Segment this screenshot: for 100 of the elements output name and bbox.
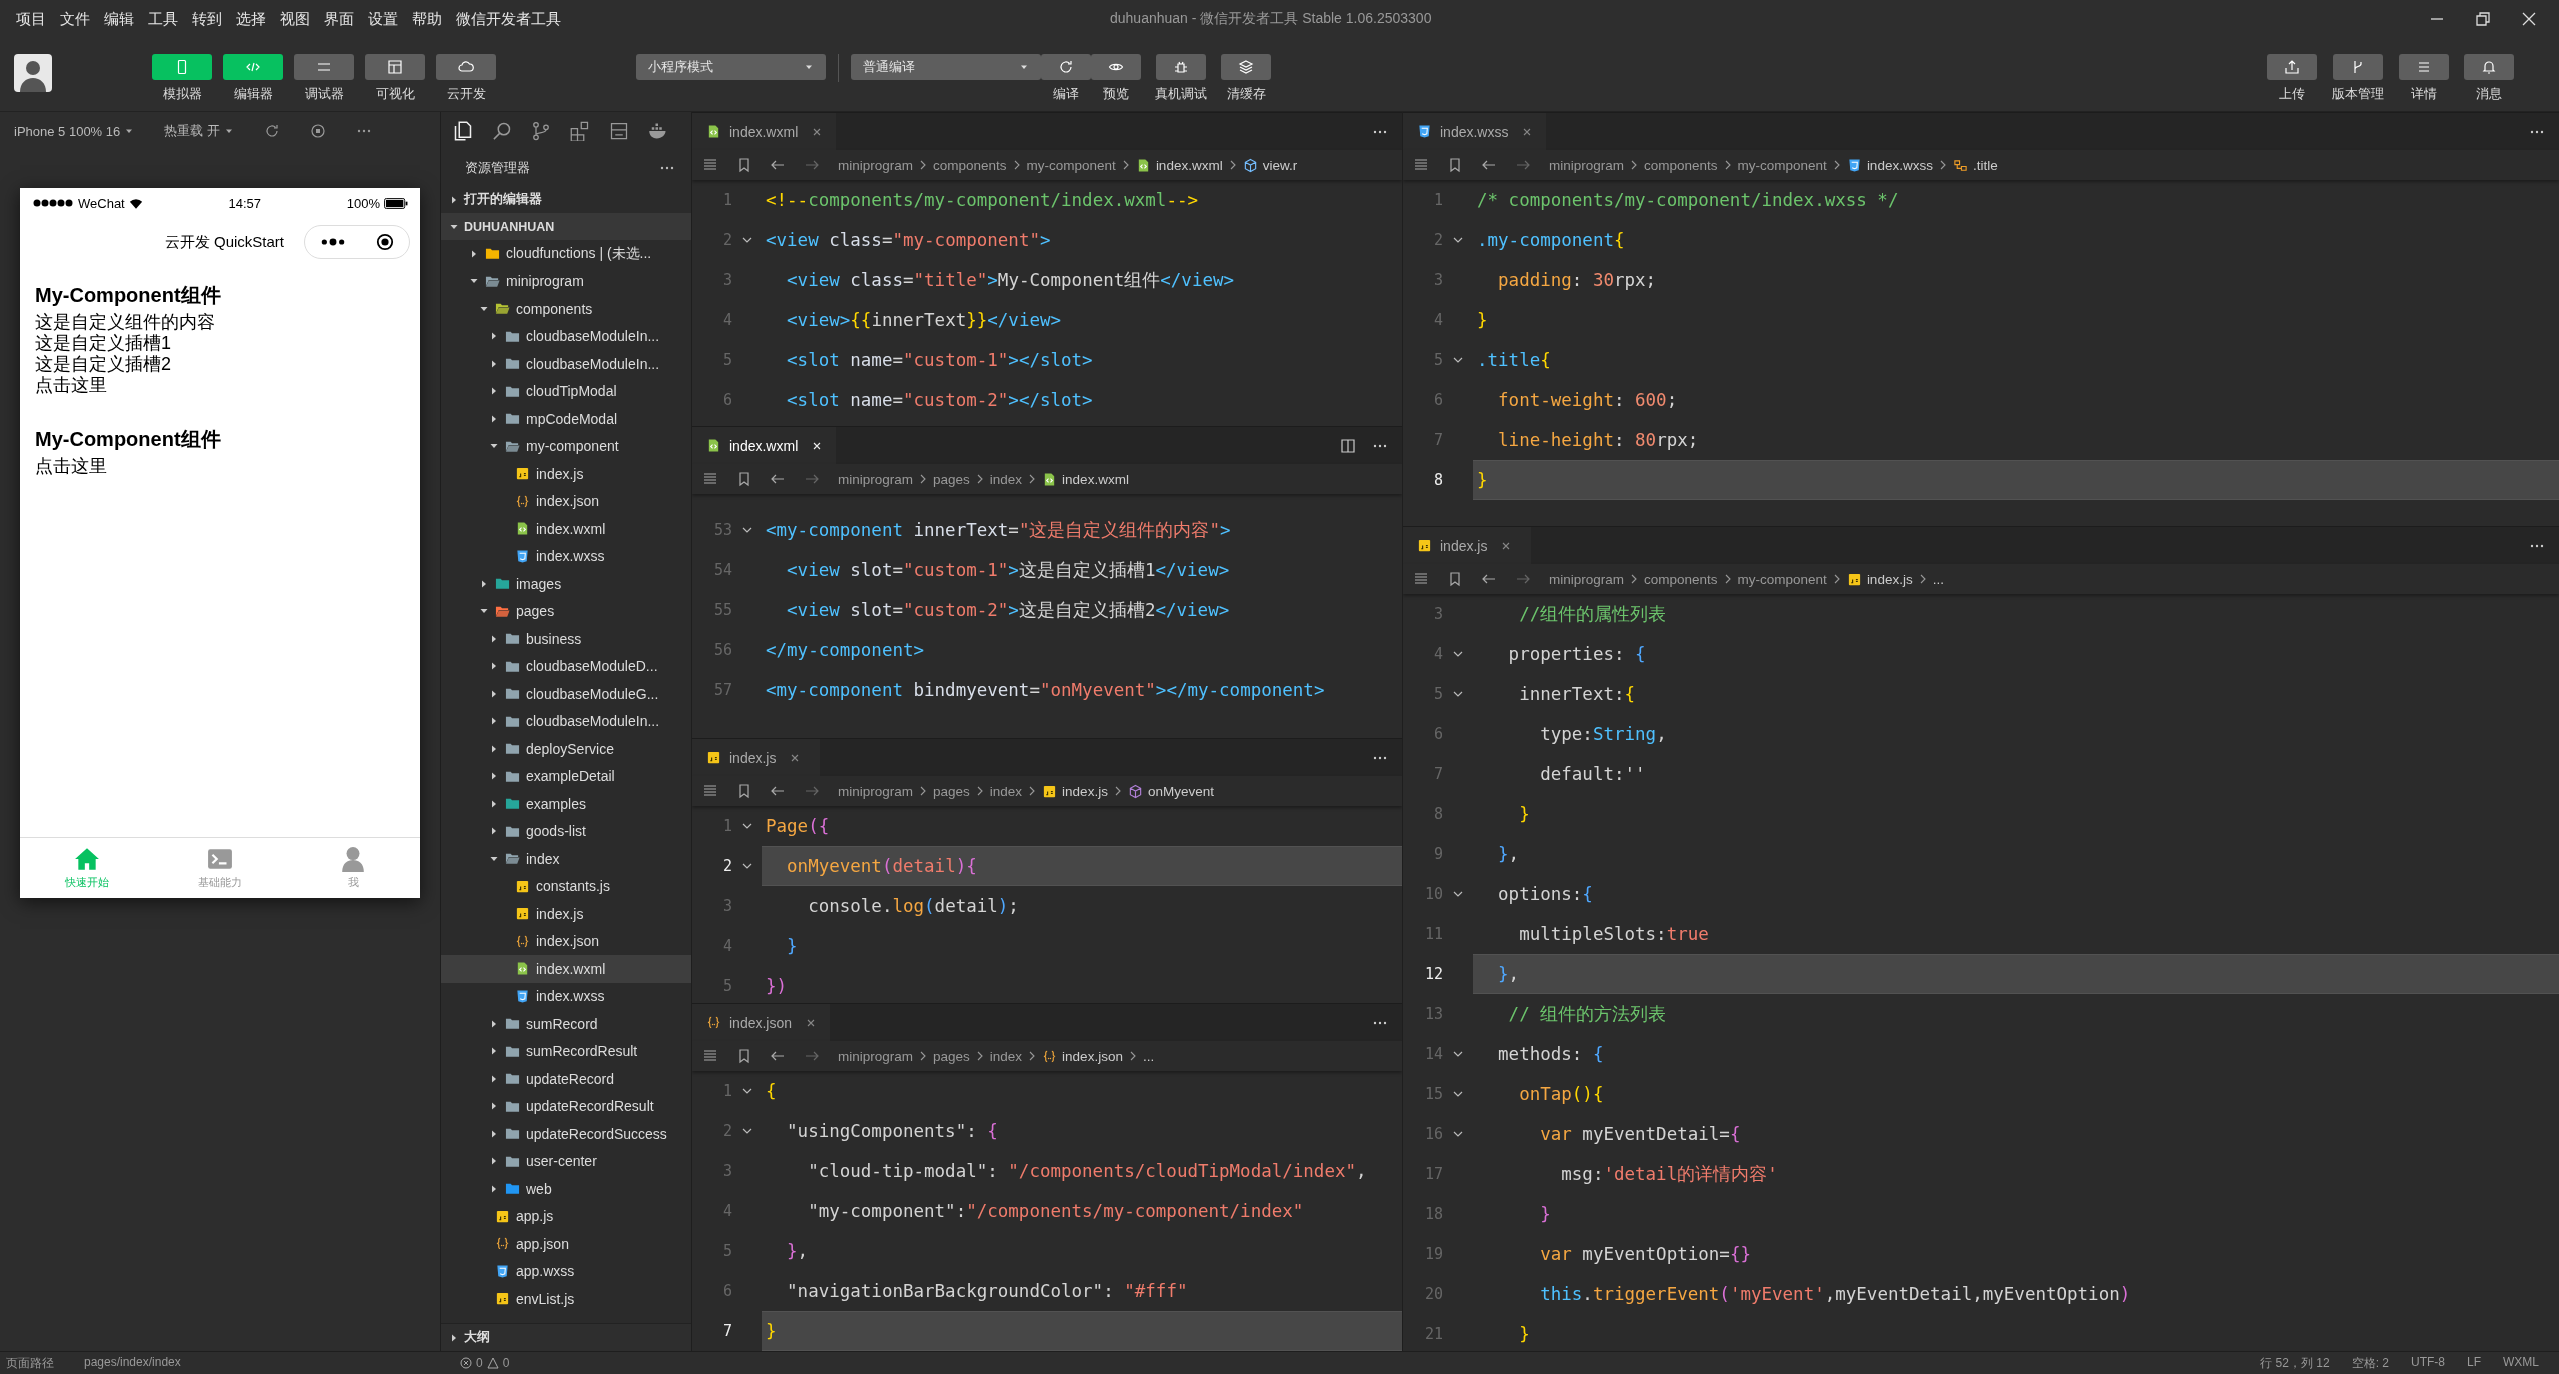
- editor-tab[interactable]: index.wxss: [1403, 113, 1547, 150]
- tree-item[interactable]: app.json: [441, 1230, 691, 1258]
- tree-item[interactable]: index: [441, 845, 691, 873]
- breadcrumb-item[interactable]: index: [989, 471, 1023, 487]
- tree-item[interactable]: sumRecordResult: [441, 1037, 691, 1065]
- whale-icon[interactable]: [648, 121, 668, 141]
- tree-item[interactable]: updateRecord: [441, 1065, 691, 1093]
- menu-item[interactable]: 项目: [16, 9, 46, 29]
- breadcrumb-item[interactable]: index: [989, 783, 1023, 799]
- list-icon[interactable]: [702, 157, 718, 173]
- list-icon[interactable]: [702, 471, 718, 487]
- list-icon[interactable]: [702, 783, 718, 799]
- breadcrumb-item[interactable]: index.json: [1042, 1048, 1123, 1064]
- warning-count[interactable]: 0: [502, 1356, 510, 1370]
- breadcrumb-item[interactable]: miniprogram: [838, 157, 914, 173]
- maximize-icon[interactable]: [2475, 11, 2491, 27]
- tree-item[interactable]: mpCodeModal: [441, 405, 691, 433]
- list-icon[interactable]: [702, 1048, 718, 1064]
- menu-item[interactable]: 转到: [192, 9, 222, 29]
- language-mode[interactable]: WXML: [2503, 1354, 2539, 1372]
- tree-item[interactable]: cloudfunctions | (未选...: [441, 240, 691, 268]
- menu-item[interactable]: 微信开发者工具: [456, 9, 561, 29]
- tree-item[interactable]: envList.js: [441, 1285, 691, 1313]
- breadcrumb-item[interactable]: miniprogram: [838, 1048, 914, 1064]
- tree-item[interactable]: constants.js: [441, 872, 691, 900]
- breadcrumb-item[interactable]: miniprogram: [1549, 571, 1625, 587]
- panel-icon[interactable]: [609, 121, 629, 141]
- action-button[interactable]: [1091, 54, 1141, 80]
- more-icon[interactable]: [320, 237, 346, 247]
- menu-item[interactable]: 工具: [148, 9, 178, 29]
- tree-item[interactable]: cloudbaseModuleIn...: [441, 322, 691, 350]
- breadcrumb-item[interactable]: components: [1644, 571, 1718, 587]
- breadcrumb-item[interactable]: onMyevent: [1127, 783, 1214, 799]
- section-header[interactable]: 打开的编辑器: [441, 186, 691, 213]
- tree-item[interactable]: index.js: [441, 460, 691, 488]
- tree-item[interactable]: index.js: [441, 900, 691, 928]
- breadcrumb-item[interactable]: components: [933, 157, 1007, 173]
- menu-item[interactable]: 设置: [368, 9, 398, 29]
- breadcrumb-item[interactable]: components: [1644, 157, 1718, 173]
- tree-item[interactable]: cloudbaseModuleD...: [441, 652, 691, 680]
- bookmark-icon[interactable]: [736, 1048, 752, 1064]
- tree-item[interactable]: components: [441, 295, 691, 323]
- breadcrumb-item[interactable]: miniprogram: [838, 783, 914, 799]
- breadcrumb-item[interactable]: pages: [933, 1048, 970, 1064]
- close-icon[interactable]: [812, 440, 823, 451]
- tree-item[interactable]: index.wxml: [441, 955, 691, 983]
- tree-item[interactable]: web: [441, 1175, 691, 1203]
- menu-item[interactable]: 编辑: [104, 9, 134, 29]
- error-count[interactable]: 0: [476, 1356, 483, 1370]
- breadcrumb-item[interactable]: index.js: [1042, 783, 1108, 799]
- bookmark-icon[interactable]: [736, 157, 752, 173]
- breadcrumb-item[interactable]: index.wxml: [1135, 157, 1223, 173]
- bookmark-icon[interactable]: [1447, 571, 1463, 587]
- action-button[interactable]: [1156, 54, 1206, 80]
- list-icon[interactable]: [1413, 157, 1429, 173]
- cursor-position[interactable]: 行 52，列 12: [2260, 1354, 2330, 1372]
- action-button[interactable]: [2399, 54, 2449, 80]
- tree-item[interactable]: examples: [441, 790, 691, 818]
- action-button[interactable]: [1221, 54, 1271, 80]
- search-icon[interactable]: [492, 121, 512, 141]
- breadcrumb-item[interactable]: ...: [1932, 571, 1944, 587]
- breadcrumb-item[interactable]: my-component: [1737, 571, 1827, 587]
- tree-item[interactable]: deployService: [441, 735, 691, 763]
- action-button[interactable]: [2267, 54, 2317, 80]
- menu-item[interactable]: 视图: [280, 9, 310, 29]
- refresh-icon[interactable]: [263, 123, 280, 139]
- breadcrumb-item[interactable]: index.js: [1846, 571, 1913, 587]
- tree-item[interactable]: sumRecord: [441, 1010, 691, 1038]
- breadcrumb-item[interactable]: pages: [933, 783, 970, 799]
- tree-item[interactable]: index.wxss: [441, 542, 691, 570]
- editor-tab[interactable]: index.wxml: [692, 427, 837, 464]
- bookmark-icon[interactable]: [736, 471, 752, 487]
- tree-item[interactable]: goods-list: [441, 817, 691, 845]
- menu-item[interactable]: 界面: [324, 9, 354, 29]
- tree-item[interactable]: pages: [441, 597, 691, 625]
- breadcrumb-item[interactable]: ...: [1142, 1048, 1155, 1064]
- avatar[interactable]: [14, 54, 52, 92]
- breadcrumb-item[interactable]: .title: [1952, 157, 1998, 173]
- tree-item[interactable]: cloudTipModal: [441, 377, 691, 405]
- menu-item[interactable]: 选择: [236, 9, 266, 29]
- breadcrumb-item[interactable]: view.r: [1242, 157, 1298, 173]
- menu-item[interactable]: 帮助: [412, 9, 442, 29]
- stop-icon[interactable]: [309, 123, 326, 139]
- breadcrumb-item[interactable]: my-component: [1737, 157, 1827, 173]
- tree-item[interactable]: updateRecordSuccess: [441, 1120, 691, 1148]
- tree-item[interactable]: my-component: [441, 432, 691, 460]
- close-icon[interactable]: [376, 233, 394, 251]
- branch-icon[interactable]: [531, 121, 551, 141]
- tree-item[interactable]: cloudbaseModuleIn...: [441, 350, 691, 378]
- editor-tab[interactable]: index.wxml: [692, 113, 837, 150]
- tree-item[interactable]: user-center: [441, 1147, 691, 1175]
- hot-reload-dropdown[interactable]: 热重载 开: [164, 122, 234, 140]
- mode-button[interactable]: [294, 54, 354, 80]
- tree-item[interactable]: business: [441, 625, 691, 653]
- tree-item[interactable]: app.wxss: [441, 1257, 691, 1285]
- tree-item[interactable]: images: [441, 570, 691, 598]
- breadcrumb-item[interactable]: miniprogram: [1549, 157, 1625, 173]
- section-header[interactable]: DUHUANHUAN: [441, 213, 691, 240]
- editor-tab[interactable]: index.js: [1403, 527, 1531, 564]
- encoding[interactable]: UTF-8: [2411, 1354, 2445, 1372]
